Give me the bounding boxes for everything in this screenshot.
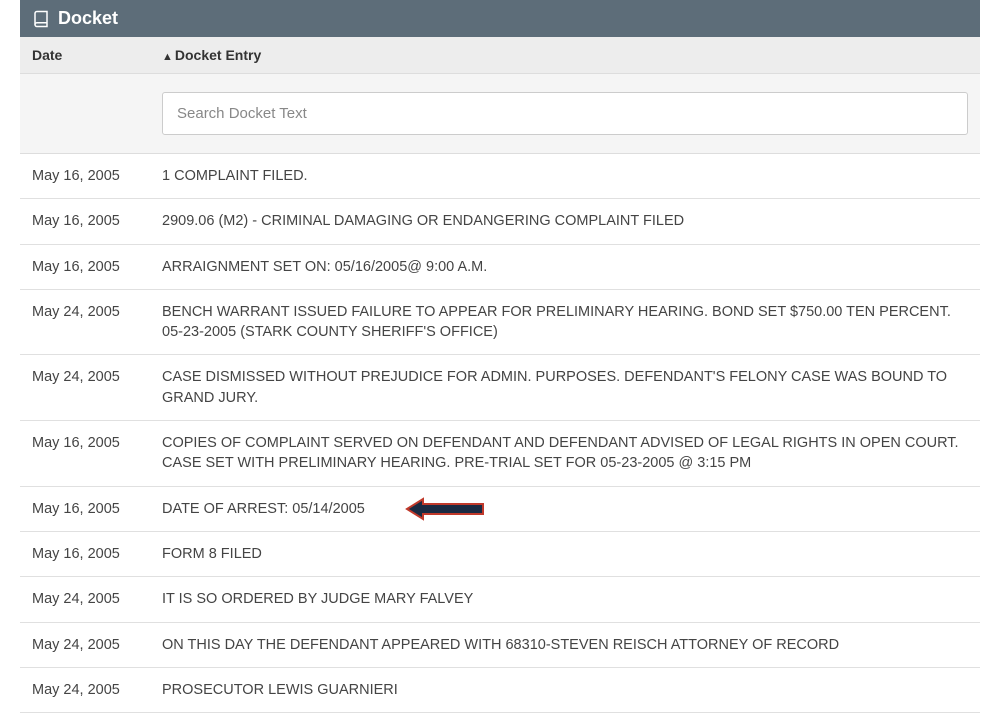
entry-cell: COPIES OF COMPLAINT SERVED ON DEFENDANT … xyxy=(150,421,980,487)
date-cell: May 16, 2005 xyxy=(20,199,150,244)
date-cell: May 24, 2005 xyxy=(20,667,150,712)
arrow-left-icon xyxy=(405,497,485,521)
sort-asc-icon: ▲ xyxy=(162,51,173,63)
search-input[interactable] xyxy=(162,92,968,135)
entry-cell: IT IS SO ORDERED BY JUDGE MARY FALVEY xyxy=(150,577,980,622)
date-cell: May 16, 2005 xyxy=(20,486,150,531)
entry-cell: CASE DISMISSED WITHOUT PREJUDICE FOR ADM… xyxy=(150,355,980,421)
date-cell: May 24, 2005 xyxy=(20,577,150,622)
date-cell: May 24, 2005 xyxy=(20,289,150,355)
entry-text: DATE OF ARREST: 05/14/2005 xyxy=(162,501,365,517)
date-cell: May 16, 2005 xyxy=(20,531,150,576)
date-cell: May 16, 2005 xyxy=(20,244,150,289)
date-cell: May 24, 2005 xyxy=(20,622,150,667)
entry-cell: BENCH WARRANT ISSUED FAILURE TO APPEAR F… xyxy=(150,289,980,355)
docket-table: Date ▲Docket Entry May 16, 2005 1 COMPLAI… xyxy=(20,37,980,713)
column-header-entry[interactable]: ▲Docket Entry xyxy=(150,37,980,74)
entry-text: 1 COMPLAINT FILED. xyxy=(162,168,308,184)
entry-cell: PROSECUTOR LEWIS GUARNIERI xyxy=(150,667,980,712)
table-header-row: Date ▲Docket Entry xyxy=(20,37,980,74)
column-header-date[interactable]: Date xyxy=(20,37,150,74)
table-row: May 16, 2005 1 COMPLAINT FILED. xyxy=(20,154,980,199)
table-row: May 16, 2005 FORM 8 FILED xyxy=(20,531,980,576)
entry-cell: ON THIS DAY THE DEFENDANT APPEARED WITH … xyxy=(150,622,980,667)
book-icon xyxy=(32,10,50,28)
entry-cell: 2909.06 (M2) - CRIMINAL DAMAGING OR ENDA… xyxy=(150,199,980,244)
table-row: May 24, 2005 ON THIS DAY THE DEFENDANT AP… xyxy=(20,622,980,667)
entry-text: ARRAIGNMENT SET ON: 05/16/2005@ 9:00 A.M… xyxy=(162,259,487,275)
entry-cell: ARRAIGNMENT SET ON: 05/16/2005@ 9:00 A.M… xyxy=(150,244,980,289)
search-cell-date xyxy=(20,74,150,154)
search-row xyxy=(20,74,980,154)
entry-text: IT IS SO ORDERED BY JUDGE MARY FALVEY xyxy=(162,591,473,607)
entry-text: CASE DISMISSED WITHOUT PREJUDICE FOR ADM… xyxy=(162,369,947,405)
entry-text: ON THIS DAY THE DEFENDANT APPEARED WITH … xyxy=(162,637,839,653)
entry-text: COPIES OF COMPLAINT SERVED ON DEFENDANT … xyxy=(162,435,959,471)
table-row: May 16, 2005 DATE OF ARREST: 05/14/2005 xyxy=(20,486,980,531)
panel-title: Docket xyxy=(58,8,118,29)
entry-cell: FORM 8 FILED xyxy=(150,531,980,576)
table-row: May 24, 2005 BENCH WARRANT ISSUED FAILURE… xyxy=(20,289,980,355)
table-row: May 24, 2005 CASE DISMISSED WITHOUT PREJU… xyxy=(20,355,980,421)
entry-text: FORM 8 FILED xyxy=(162,546,262,562)
entry-cell: 1 COMPLAINT FILED. xyxy=(150,154,980,199)
search-cell-entry xyxy=(150,74,980,154)
table-row: May 16, 2005 COPIES OF COMPLAINT SERVED O… xyxy=(20,421,980,487)
entry-text: PROSECUTOR LEWIS GUARNIERI xyxy=(162,682,398,698)
table-row: May 24, 2005 IT IS SO ORDERED BY JUDGE MA… xyxy=(20,577,980,622)
table-row: May 24, 2005 PROSECUTOR LEWIS GUARNIERI xyxy=(20,667,980,712)
entry-cell: DATE OF ARREST: 05/14/2005 xyxy=(150,486,980,531)
panel-header: Docket xyxy=(20,0,980,37)
date-cell: May 16, 2005 xyxy=(20,421,150,487)
date-cell: May 24, 2005 xyxy=(20,355,150,421)
entry-text: 2909.06 (M2) - CRIMINAL DAMAGING OR ENDA… xyxy=(162,213,684,229)
table-row: May 16, 2005 2909.06 (M2) - CRIMINAL DAMA… xyxy=(20,199,980,244)
entry-text: BENCH WARRANT ISSUED FAILURE TO APPEAR F… xyxy=(162,304,951,340)
date-cell: May 16, 2005 xyxy=(20,154,150,199)
table-row: May 16, 2005 ARRAIGNMENT SET ON: 05/16/20… xyxy=(20,244,980,289)
